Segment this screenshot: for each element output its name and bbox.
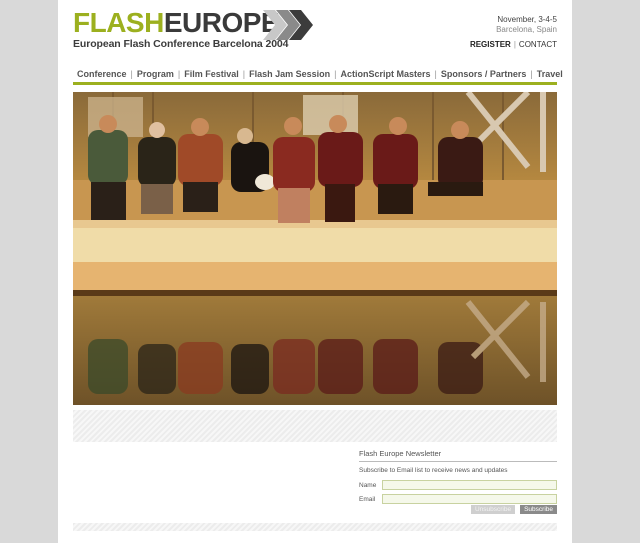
newsletter-form: Flash Europe Newsletter Subscribe to Ema… [359, 449, 557, 514]
newsletter-buttons: Unsubscribe Subscribe [470, 505, 557, 514]
nav-item-film-festival[interactable]: Film Festival [180, 69, 243, 79]
event-date: November, 3-4-5 [497, 15, 557, 24]
logo[interactable]: FLASHEUROPE [73, 7, 313, 40]
nav-item-program[interactable]: Program [133, 69, 178, 79]
hero-photo [73, 92, 557, 405]
email-row: Email [359, 494, 557, 504]
register-link[interactable]: REGISTER [470, 40, 511, 49]
name-field[interactable] [381, 480, 557, 490]
nav-item-sponsors-partners[interactable]: Sponsors / Partners [437, 69, 531, 79]
email-label: Email [359, 495, 376, 503]
contact-link[interactable]: CONTACT [519, 40, 557, 49]
unsubscribe-button[interactable]: Unsubscribe [470, 505, 516, 514]
nav-underline [73, 82, 557, 85]
name-label: Name [359, 481, 377, 489]
email-field[interactable] [381, 494, 557, 504]
newsletter-description: Subscribe to Email list to receive news … [359, 467, 508, 474]
main-nav: Conference | Program | Film Festival | F… [73, 66, 563, 82]
chevron-arrows-icon [263, 10, 313, 40]
nav-item-travel[interactable]: Travel [533, 69, 567, 79]
decorative-band [73, 410, 557, 442]
subscribe-button[interactable]: Subscribe [520, 505, 557, 514]
top-links: REGISTER | CONTACT [470, 40, 557, 49]
logo-flash-text: FLASH [73, 7, 164, 38]
page: FLASHEUROPE European Flash Conference Ba… [58, 0, 572, 543]
event-city: Barcelona, Spain [496, 25, 557, 34]
top-links-separator: | [513, 40, 516, 49]
nav-item-flash-jam-session[interactable]: Flash Jam Session [245, 69, 334, 79]
name-row: Name [359, 480, 557, 490]
event-info: November, 3-4-5 Barcelona, Spain [496, 15, 557, 35]
footer-band [73, 523, 557, 531]
tagline: European Flash Conference Barcelona 2004 [73, 38, 289, 50]
logo-europe-text: EUROPE [163, 7, 280, 38]
nav-item-actionscript-masters[interactable]: ActionScript Masters [336, 69, 434, 79]
nav-item-conference[interactable]: Conference [73, 69, 131, 79]
newsletter-title: Flash Europe Newsletter [359, 449, 557, 462]
